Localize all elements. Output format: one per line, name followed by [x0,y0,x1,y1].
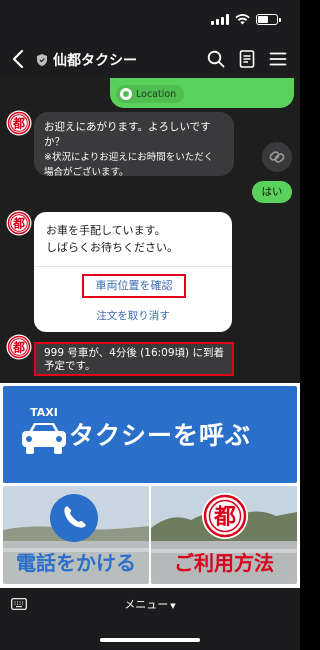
check-vehicle-location-button[interactable]: 車両位置を確認 [82,274,186,298]
notes-icon[interactable] [237,49,257,69]
chat-area[interactable]: Location 都 お迎えにあがります。よろしいです か？ ※状況によりお迎え… [0,78,300,383]
message-line: ※状況によりお迎えにお時間をいただく [44,152,214,163]
share-link-button[interactable] [262,142,292,172]
dispatch-card: お車を手配しています。 しばらくお待ちください。 車両位置を確認 注文を取り消す [34,212,232,332]
svg-text:都: 都 [12,116,25,131]
menu-toggle-button[interactable]: メニュー ▼ [0,596,300,612]
call-taxi-button[interactable]: TAXI タクシーを呼ぶ [3,386,297,483]
status-icons [211,14,281,25]
home-indicator [100,638,200,642]
location-bubble[interactable]: Location [110,78,294,108]
rich-menu: TAXI タクシーを呼ぶ 電話をかける 都 ご利用方法 [0,383,300,588]
how-to-use-button[interactable]: 都 ご利用方法 [151,486,297,584]
card-divider [34,266,232,267]
location-pin-icon [120,88,132,100]
battery-icon [256,14,281,25]
phone-icon [50,494,98,542]
message-bubble-pickup: お迎えにあがります。よろしいです か？ ※状況によりお迎えにお時間をいただく 場… [34,112,234,178]
wifi-icon [235,14,250,25]
location-pill: Location [116,85,185,103]
dispatch-message: お車を手配しています。 しばらくお待ちください。 [46,222,178,256]
location-label: Location [136,88,177,100]
shield-icon [37,54,47,66]
bottom-bar: メニュー ▼ [0,588,300,650]
svg-text:都: 都 [213,505,236,530]
call-taxi-label: タクシーを呼ぶ [69,421,252,450]
status-bar [0,0,300,40]
how-to-use-label: ご利用方法 [174,551,274,575]
avatar[interactable]: 都 [6,334,32,360]
title-wrap: 仙都タクシー [36,50,137,70]
caret-down-icon: ▼ [170,602,176,610]
svg-text:都: 都 [12,216,25,231]
chat-header: 仙都タクシー [0,40,300,78]
dispatch-line: お車を手配しています。 [46,224,166,237]
menu-icon[interactable] [268,49,288,69]
menu-toggle-label: メニュー [124,598,169,611]
company-logo: 都 [202,493,248,539]
message-line: か？ [44,136,65,148]
arrival-line: 999 号車が、4分後 (16:09頃) に到着 [44,347,224,359]
signal-icon [211,14,229,25]
call-phone-label: 電話をかける [16,551,136,575]
cancel-order-button[interactable]: 注文を取り消す [34,308,232,323]
svg-text:TAXI: TAXI [30,406,58,419]
avatar[interactable]: 都 [6,110,32,136]
page-title: 仙都タクシー [53,53,137,69]
avatar[interactable]: 都 [6,210,32,236]
search-icon[interactable] [206,49,226,69]
back-icon[interactable] [10,48,28,70]
user-reply-bubble: はい [252,181,292,203]
message-line: 場合がございます。 [44,167,129,178]
dispatch-line: しばらくお待ちください。 [46,241,178,254]
link-icon [269,151,285,163]
taxi-icon: TAXI [22,406,66,454]
arrival-message: 999 号車が、4分後 (16:09頃) に到着 予定です。 [34,342,234,376]
message-line: お迎えにあがります。よろしいです [44,121,211,133]
svg-text:都: 都 [12,340,25,355]
call-phone-button[interactable]: 電話をかける [3,486,149,584]
arrival-line: 予定です。 [44,360,96,372]
